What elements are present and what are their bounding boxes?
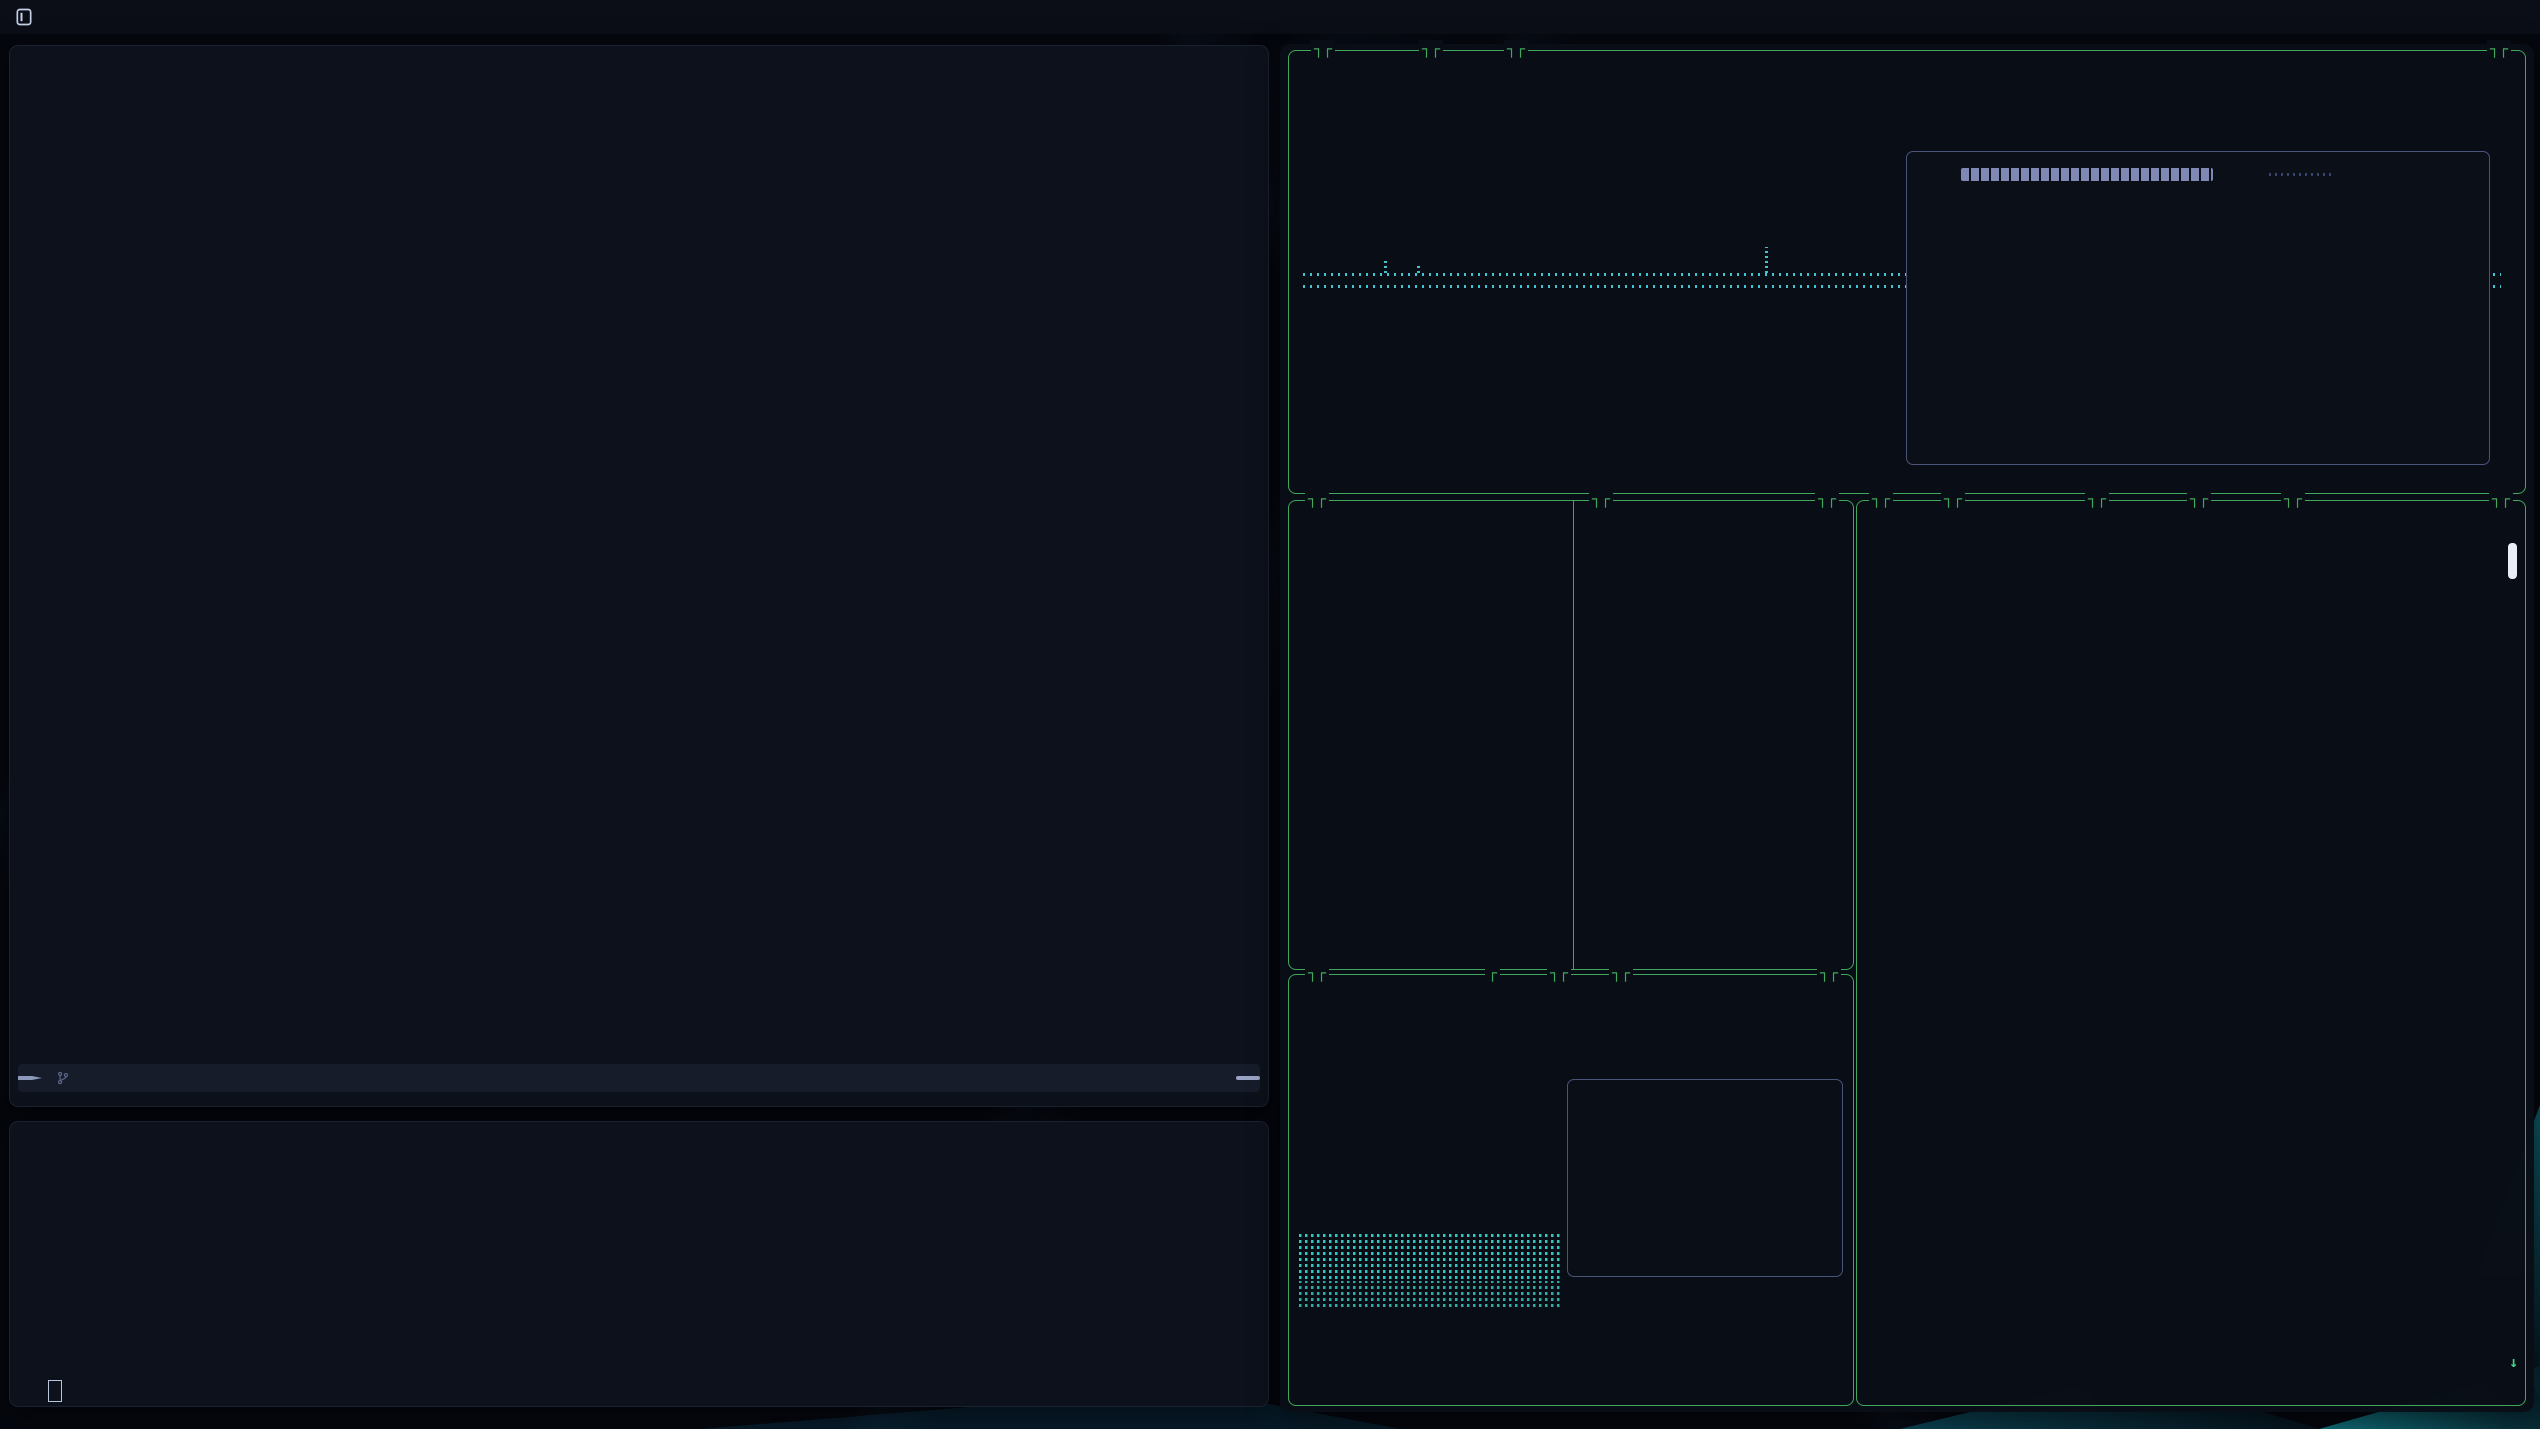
cpu-graph-spike — [1765, 247, 1768, 273]
proc-scrollbar[interactable] — [2508, 543, 2517, 579]
net-graph-band — [1299, 1281, 1561, 1307]
panel-divider — [1573, 501, 1574, 969]
net-upload-graph — [1299, 1311, 1561, 1377]
net-auto-button[interactable]: ┐┌ — [1547, 964, 1571, 982]
net-panel-title[interactable]: ┐┌ — [1305, 964, 1329, 982]
cpu-panel-title[interactable]: ┐┌ — [1311, 40, 1335, 58]
net-interface-selector[interactable]: ┐┌ — [1817, 964, 1841, 982]
cpu-total-row — [1917, 164, 2479, 185]
proc-percore-button[interactable]: ┐┌ — [2085, 490, 2109, 508]
btop-net-panel: ┐┌ ┌ ┐┌ ┐┌ ┐┌ — [1288, 974, 1854, 1406]
proc-reverse-button[interactable]: ┐┌ — [2187, 490, 2211, 508]
cpu-menu-button[interactable]: ┐┌ — [1419, 40, 1443, 58]
proc-sort-selector[interactable]: ┐┌ — [2489, 490, 2513, 508]
net-sync-button[interactable]: ┌ — [1485, 964, 1500, 982]
statusline — [18, 1064, 1260, 1092]
proc-tree-button[interactable]: ┐┌ — [2281, 490, 2305, 508]
btop-window: ┐┌ ┐┌ ┐┌ ┐┌ — [1280, 44, 2534, 1412]
waybar — [0, 0, 2540, 34]
git-branch[interactable] — [56, 1070, 76, 1086]
btop-cpu-panel: ┐┌ ┐┌ ┐┌ ┐┌ — [1288, 50, 2526, 494]
desktop: ┐┌ ┐┌ ┐┌ ┐┌ — [0, 0, 2540, 1429]
btop-mem-panel: ┐┌ ┐┌ ┐┌ — [1288, 500, 1854, 970]
cpu-total-meter — [1961, 168, 2213, 181]
net-graph-band — [1299, 1233, 1561, 1279]
proc-filter-button[interactable]: ┐┌ — [1941, 490, 1965, 508]
vim-mode-badge — [18, 1076, 42, 1080]
net-speed-box — [1567, 1079, 1843, 1277]
status-clock — [1236, 1076, 1260, 1080]
cpu-preset-button[interactable]: ┐┌ — [1504, 40, 1528, 58]
shell-prompt[interactable] — [30, 1380, 62, 1402]
update-interval-control[interactable]: ┐┌ — [2487, 40, 2511, 58]
omarchy-logo-icon[interactable] — [14, 7, 34, 27]
scroll-down-indicator[interactable]: ↓ — [2509, 1353, 2518, 1371]
cpu-graph-spike — [1384, 259, 1387, 273]
terminal-window — [10, 1122, 1268, 1406]
disks-tab[interactable]: ┐┌ — [1589, 490, 1613, 508]
terminal-cursor — [48, 1380, 62, 1402]
cpu-graph-spike — [1417, 263, 1420, 273]
cpu-core-table — [1906, 151, 2490, 465]
btop-proc-panel: ┐┌ ┐┌ ┐┌ ┐┌ ┐┌ ┐┌ ↓ — [1856, 500, 2526, 1406]
proc-panel-title[interactable]: ┐┌ — [1869, 490, 1893, 508]
io-tab[interactable]: ┐┌ — [1815, 490, 1839, 508]
editor-window — [10, 46, 1268, 1106]
net-zero-button[interactable]: ┐┌ — [1609, 964, 1633, 982]
mem-panel-title[interactable]: ┐┌ — [1305, 490, 1329, 508]
git-branch-icon — [56, 1070, 70, 1086]
